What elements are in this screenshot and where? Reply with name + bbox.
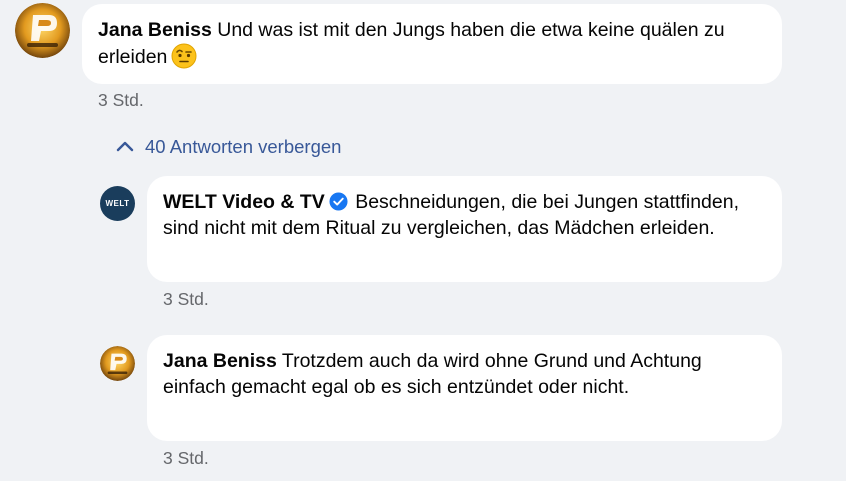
raised-eyebrow-emoji-icon xyxy=(171,43,197,69)
comment-bubble: Jana Beniss Und was ist mit den Jungs ha… xyxy=(82,4,782,84)
avatar-welt[interactable]: WELT xyxy=(100,186,135,221)
hide-replies-button[interactable]: 40 Antworten verbergen xyxy=(115,136,341,158)
avatar-jana-beniss[interactable] xyxy=(100,346,135,381)
verified-badge-icon xyxy=(329,192,348,211)
welt-logo: WELT xyxy=(105,199,130,208)
reply-timestamp[interactable]: 3 Std. xyxy=(163,448,209,469)
reply-author[interactable]: WELT Video & TV xyxy=(163,191,325,213)
chevron-up-icon xyxy=(116,141,134,152)
comment-timestamp[interactable]: 3 Std. xyxy=(98,90,144,111)
reply-bubble: Jana Beniss Trotzdem auch da wird ohne G… xyxy=(147,335,782,441)
reply-bubble: WELT Video & TV Beschneidungen, die bei … xyxy=(147,176,782,282)
reply-timestamp[interactable]: 3 Std. xyxy=(163,289,209,310)
hide-replies-label: 40 Antworten verbergen xyxy=(145,136,342,157)
avatar-jana-beniss[interactable] xyxy=(15,3,70,58)
reply-author[interactable]: Jana Beniss xyxy=(163,350,277,372)
comment-author[interactable]: Jana Beniss xyxy=(98,19,212,41)
